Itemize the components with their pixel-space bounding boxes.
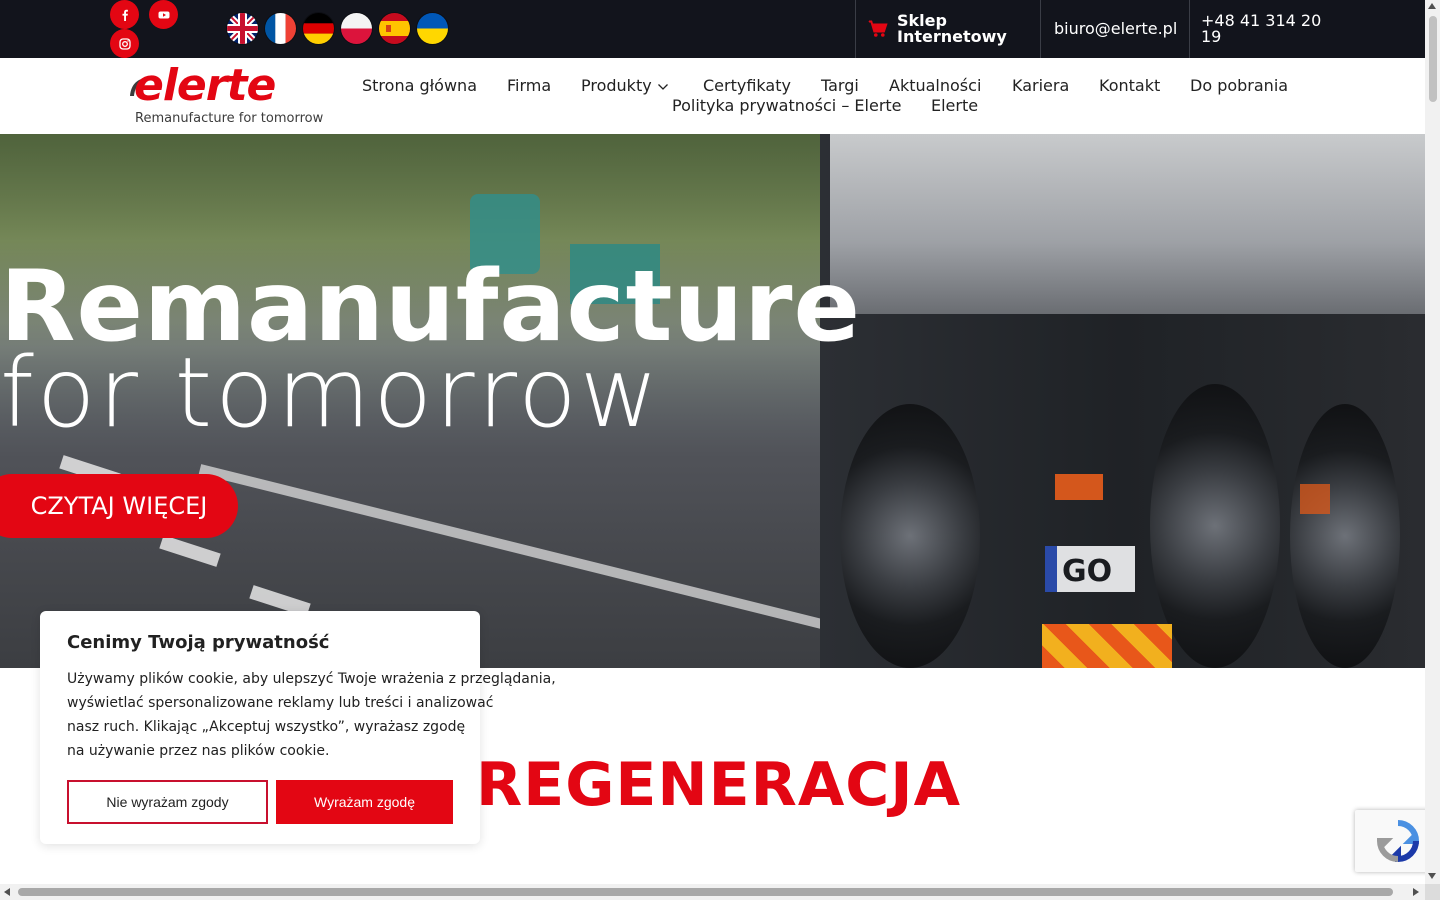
nav-products-label: Produkty	[581, 76, 652, 95]
online-shop-link[interactable]: Sklep Internetowy	[855, 0, 1040, 58]
nav-fairs[interactable]: Targi	[821, 76, 859, 95]
cart-icon	[868, 20, 888, 37]
nav-downloads[interactable]: Do pobrania	[1190, 76, 1288, 95]
warning-stripes	[1042, 624, 1172, 668]
cookie-text-line: wyświetlać spersonalizowane reklamy lub …	[67, 695, 494, 711]
cookie-description: Używamy plików cookie, aby ulepszyć Twoj…	[67, 667, 567, 763]
license-plate-text: GO	[1062, 554, 1113, 589]
flag-germany-icon[interactable]	[303, 13, 334, 44]
truck-wheel	[840, 404, 980, 668]
vertical-scrollbar[interactable]	[1425, 0, 1440, 884]
cookie-reject-button[interactable]: Nie wyrażam zgody	[67, 780, 268, 824]
email-text: biuro@elerte.pl	[1054, 19, 1178, 38]
email-link[interactable]: biuro@elerte.pl	[1040, 0, 1189, 58]
nav-career[interactable]: Kariera	[1012, 76, 1069, 95]
scroll-down-arrow-icon[interactable]	[1428, 873, 1436, 879]
phone-line2: 19	[1201, 27, 1222, 46]
nav-privacy-policy[interactable]: Polityka prywatności – Elerte	[672, 96, 902, 115]
cookie-text-line: na używanie przez nas plików cookie.	[67, 743, 330, 759]
scrollbar-corner	[1425, 884, 1440, 900]
truck-trailer	[830, 134, 1425, 314]
truck-wheel	[1290, 404, 1400, 668]
logo-tagline: Remanufacture for tomorrow	[135, 111, 324, 126]
cookie-consent-dialog: Cenimy Twoją prywatność Używamy plików c…	[40, 611, 556, 844]
nav-elerte[interactable]: Elerte	[931, 96, 978, 115]
instagram-icon[interactable]	[110, 29, 139, 58]
nav-home[interactable]: Strona główna	[362, 76, 477, 95]
hero-title-line2: for tomorrow	[0, 337, 662, 449]
cookie-text-line: nasz ruch. Klikając „Akceptuj wszystko”,…	[67, 719, 466, 735]
chevron-down-icon	[657, 83, 668, 90]
cookie-text-line: Używamy plików cookie, aby ulepszyć Twoj…	[67, 671, 556, 687]
logo-word: elerte	[134, 60, 276, 111]
cookie-accept-button[interactable]: Wyrażam zgodę	[276, 780, 453, 824]
flag-uk-icon[interactable]	[227, 13, 258, 44]
scroll-left-arrow-icon[interactable]	[4, 888, 10, 896]
truck-light	[1055, 474, 1103, 500]
flag-poland-icon[interactable]	[341, 13, 372, 44]
vertical-scrollbar-thumb[interactable]	[1429, 16, 1437, 102]
page: Sklep Internetowy biuro@elerte.pl +48 41…	[0, 0, 1440, 900]
scroll-right-arrow-icon[interactable]	[1413, 888, 1419, 896]
top-bar: Sklep Internetowy biuro@elerte.pl +48 41…	[0, 0, 1425, 58]
nav-contact[interactable]: Kontakt	[1099, 76, 1160, 95]
read-more-button[interactable]: CZYTAJ WIĘCEJ	[0, 474, 238, 538]
recaptcha-icon	[1376, 820, 1419, 863]
nav-certificates[interactable]: Certyfikaty	[703, 76, 791, 95]
nav-products[interactable]: Produkty	[581, 76, 669, 95]
truck-light	[1300, 484, 1330, 514]
horizontal-scrollbar-thumb[interactable]	[18, 888, 1393, 896]
logo[interactable]: elerte Remanufacture for tomorrow	[128, 60, 328, 128]
nav-news[interactable]: Aktualności	[889, 76, 981, 95]
youtube-icon[interactable]	[149, 0, 178, 29]
cookie-title: Cenimy Twoją prywatność	[67, 632, 330, 653]
phone-link[interactable]: +48 41 314 20 19	[1189, 0, 1425, 58]
shop-label-line2: Internetowy	[897, 27, 1007, 46]
scroll-up-arrow-icon[interactable]	[1428, 3, 1436, 9]
flag-france-icon[interactable]	[265, 13, 296, 44]
flag-ukraine-icon[interactable]	[417, 13, 448, 44]
site-header: elerte Remanufacture for tomorrow Strona…	[0, 58, 1425, 134]
flag-spain-icon[interactable]	[379, 13, 410, 44]
facebook-icon[interactable]	[110, 0, 139, 29]
nav-company[interactable]: Firma	[507, 76, 551, 95]
